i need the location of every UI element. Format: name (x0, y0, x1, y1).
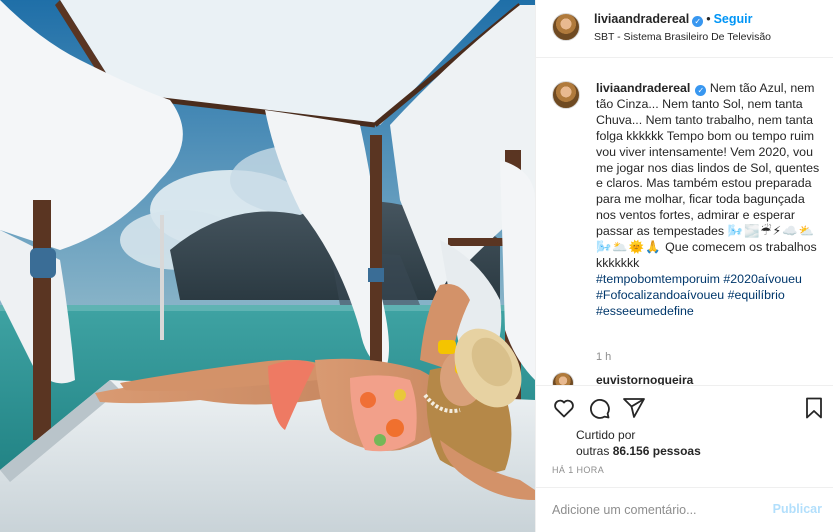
commenter-avatar[interactable] (552, 372, 574, 385)
caption-username[interactable]: liviaandradereal (596, 81, 690, 95)
action-bar (536, 385, 833, 425)
heart-icon[interactable] (552, 396, 576, 420)
likes-count[interactable]: outras 86.156 pessoas (576, 444, 701, 458)
post-timestamp[interactable]: HÁ 1 HORA (552, 465, 604, 475)
author-avatar[interactable] (552, 13, 580, 41)
caption-time: 1 h (596, 351, 612, 363)
publish-button[interactable]: Publicar (773, 502, 822, 516)
beach-daybed-photo (0, 0, 535, 532)
comment-row: euvistornogueira (552, 372, 822, 385)
hashtags: #tempobomtemporuim #2020aívoueu #Fofocal… (596, 272, 822, 320)
likes-count-prefix: outras (576, 444, 610, 458)
verified-badge-icon: ✓ (695, 85, 707, 96)
likes-count-number: 86.156 (612, 444, 650, 458)
caption-text-block: liviaandradereal ✓ Nem tão Azul, nem tão … (596, 81, 822, 320)
separator-dot: • (706, 12, 711, 26)
caption-avatar[interactable] (552, 81, 580, 109)
post-photo[interactable] (0, 0, 535, 532)
hashtag-line[interactable]: #Fofocalizandoaívoueu #equilíbrio (596, 288, 822, 304)
author-username[interactable]: liviaandradereal (594, 12, 689, 26)
commenter-username[interactable]: euvistornogueira (596, 373, 693, 385)
post-details-panel: liviaandradereal ✓ • Seguir SBT - Sistema B… (535, 0, 833, 532)
verified-badge-icon: ✓ (692, 16, 704, 27)
follow-button[interactable]: Seguir (714, 12, 753, 26)
hashtag-line[interactable]: #esseeumedefine (596, 304, 822, 320)
caption-body: Nem tão Azul, nem tão Cinza... Nem tanto… (596, 81, 820, 239)
closing-emojis: 🌬️🌥️🌞🙏 (596, 240, 662, 255)
likes-count-suffix: pessoas (652, 444, 701, 458)
share-icon[interactable] (622, 396, 646, 420)
comments-section[interactable]: liviaandradereal ✓ Nem tão Azul, nem tão … (536, 59, 833, 385)
author-line: liviaandradereal ✓ • Seguir (594, 12, 753, 27)
bookmark-icon[interactable] (802, 396, 826, 420)
post-header: liviaandradereal ✓ • Seguir SBT - Sistema B… (536, 0, 833, 58)
comment-input[interactable] (552, 500, 762, 520)
likes-section: Curtido por outras 86.156 pessoas (536, 425, 833, 465)
hashtag-line[interactable]: #tempobomtemporuim #2020aívoueu (596, 272, 822, 288)
add-comment-bar: Publicar (536, 487, 833, 532)
comment-icon[interactable] (587, 396, 611, 420)
post-location[interactable]: SBT - Sistema Brasileiro De Televisão (594, 31, 771, 43)
weather-emojis: 🌬️🌫️☔⚡☁️⛅ (727, 224, 816, 239)
liked-by-label: Curtido por (576, 428, 636, 442)
